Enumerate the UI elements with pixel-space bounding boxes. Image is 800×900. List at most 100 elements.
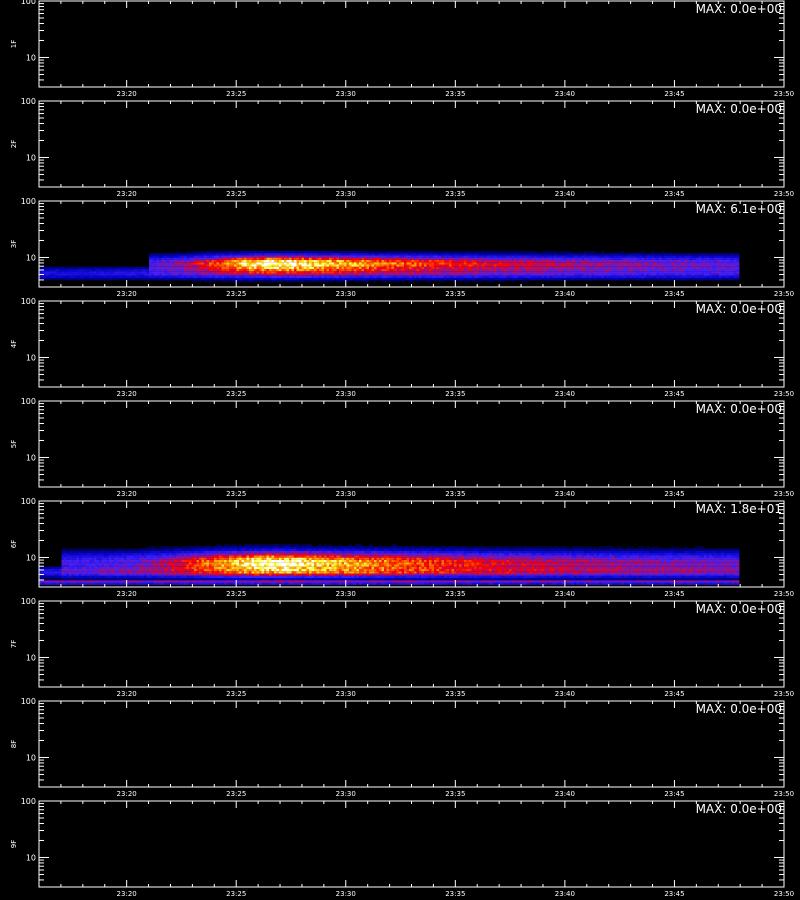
heatmap-cell xyxy=(119,564,122,567)
heatmap-cell xyxy=(86,578,90,581)
heatmap-cell xyxy=(636,273,640,276)
heatmap-cell xyxy=(124,548,127,551)
heatmap-cell xyxy=(329,266,332,269)
heatmap-cell xyxy=(61,575,65,578)
heatmap-cell xyxy=(249,273,252,276)
heatmap-cell xyxy=(129,275,132,278)
heatmap-cell xyxy=(106,268,110,272)
heatmap-cell xyxy=(576,278,580,281)
heatmap-cell xyxy=(116,566,120,569)
heatmap-cell xyxy=(726,271,730,274)
heatmap-cell xyxy=(296,280,300,283)
heatmap-cell xyxy=(381,268,385,272)
heatmap-cell xyxy=(161,546,165,549)
heatmap-cell xyxy=(394,273,397,276)
heatmap-cell xyxy=(149,262,152,265)
heatmap-cell xyxy=(46,271,50,274)
heatmap-cell xyxy=(544,275,547,278)
heatmap-cell xyxy=(299,259,302,263)
heatmap-cell xyxy=(144,573,147,576)
heatmap-cell xyxy=(169,566,172,569)
heatmap-cell xyxy=(406,255,410,258)
heatmap-cell xyxy=(126,271,130,274)
heatmap-cell xyxy=(106,557,110,560)
heatmap-cell xyxy=(229,273,232,276)
heatmap-cell xyxy=(89,566,92,569)
heatmap-cell xyxy=(196,555,200,558)
heatmap-cell xyxy=(164,559,167,563)
heatmap-cell xyxy=(691,253,695,256)
heatmap-cell xyxy=(559,273,562,276)
heatmap-cell xyxy=(421,257,425,260)
heatmap-cell xyxy=(556,264,560,267)
heatmap-cell xyxy=(289,266,292,269)
heatmap-cell xyxy=(469,273,472,276)
heatmap-cell xyxy=(719,275,722,278)
heatmap-cell xyxy=(234,255,237,258)
heatmap-cell xyxy=(341,259,345,263)
heatmap-cell xyxy=(621,262,625,265)
heatmap-cell xyxy=(559,253,562,256)
heatmap-cell xyxy=(674,266,677,269)
heatmap-cell xyxy=(226,275,230,278)
heatmap-cell xyxy=(79,578,82,581)
heatmap-cell xyxy=(681,268,685,272)
heatmap-cell xyxy=(109,271,112,274)
heatmap-cell xyxy=(459,257,462,260)
heatmap-cell xyxy=(121,555,125,558)
heatmap-cell xyxy=(131,266,135,269)
heatmap-cell xyxy=(264,250,267,254)
heatmap-cell xyxy=(459,255,462,258)
heatmap-cell xyxy=(496,253,500,256)
heatmap-cell xyxy=(99,566,102,569)
heatmap-cell xyxy=(361,257,365,260)
heatmap-cell xyxy=(666,268,670,272)
heatmap-cell xyxy=(176,271,180,274)
heatmap-cell xyxy=(134,575,137,578)
heatmap-cell xyxy=(79,580,82,583)
heatmap-cell xyxy=(76,273,80,276)
heatmap-cell xyxy=(121,571,125,574)
heatmap-cell xyxy=(184,562,187,565)
heatmap-cell xyxy=(594,257,597,260)
heatmap-cell xyxy=(191,257,195,260)
heatmap-cell xyxy=(651,278,655,281)
heatmap-cell xyxy=(504,259,507,263)
heatmap-cell xyxy=(291,257,295,260)
heatmap-cell xyxy=(46,575,50,578)
heatmap-cell xyxy=(431,257,435,260)
heatmap-cell xyxy=(394,253,397,256)
heatmap-cell xyxy=(316,280,320,283)
heatmap-cell xyxy=(86,571,90,574)
heatmap-cell xyxy=(501,280,505,283)
heatmap-cell xyxy=(656,259,660,263)
heatmap-cell xyxy=(226,273,230,276)
heatmap-cell xyxy=(74,268,77,272)
heatmap-cell xyxy=(569,278,572,281)
heatmap-cell xyxy=(509,253,512,256)
heatmap-cell xyxy=(579,259,582,263)
heatmap-cell xyxy=(241,278,245,281)
heatmap-cell xyxy=(561,273,565,276)
heatmap-cell xyxy=(324,271,327,274)
heatmap-cell xyxy=(431,273,435,276)
heatmap-cell xyxy=(719,268,722,272)
heatmap-cell xyxy=(246,264,250,267)
heatmap-cell xyxy=(444,257,447,260)
heatmap-cell xyxy=(69,562,72,565)
heatmap-cell xyxy=(136,555,140,558)
heatmap-cell xyxy=(216,257,220,260)
heatmap-cell xyxy=(714,257,717,260)
heatmap-cell xyxy=(454,273,457,276)
heatmap-cell xyxy=(194,275,197,278)
heatmap-cell xyxy=(176,257,180,260)
heatmap-cell xyxy=(184,262,187,265)
heatmap-cell xyxy=(169,548,172,551)
heatmap-cell xyxy=(119,580,122,583)
max-annotation: MAX: 0.0e+00 xyxy=(696,102,782,116)
heatmap-cell xyxy=(79,278,82,281)
heatmap-cell xyxy=(341,255,345,258)
heatmap-cell xyxy=(94,580,97,583)
x-tick-label: 23:25 xyxy=(226,90,246,98)
heatmap-cell xyxy=(146,550,150,554)
